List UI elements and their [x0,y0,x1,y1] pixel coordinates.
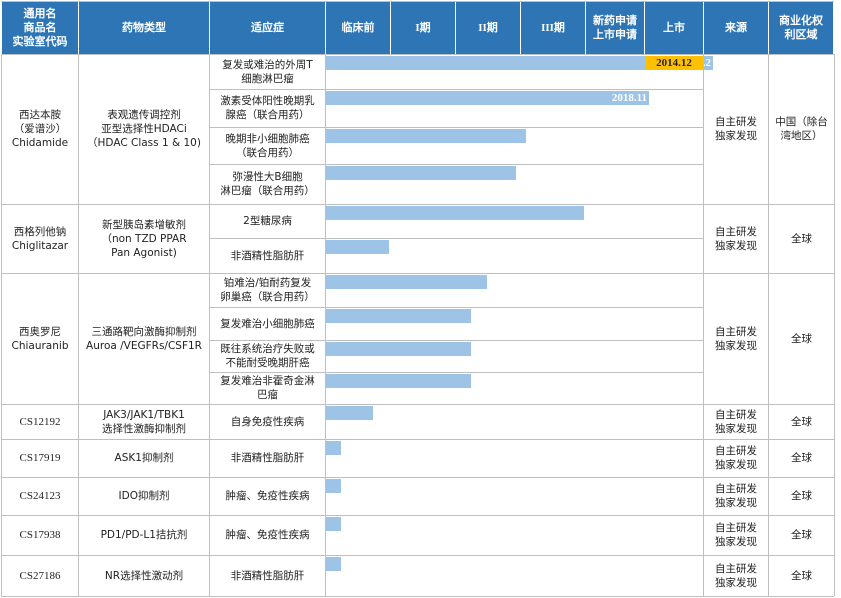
header-phase3: III期 [521,2,585,54]
drug-rights: 全球 [791,452,812,464]
drug-rights: 全球 [791,332,812,345]
column-divider [834,54,835,596]
bar-date-label: 2018.11 [611,92,647,104]
drug-rights: 中国（除台 湾地区） [775,116,828,142]
drug-source: 自主研发 独家发现 [715,325,757,352]
drug-type: 三通路靶向激酶抑制剂 Auroa /VEGFRs/CSF1R [86,325,202,352]
drug-rights: 全球 [791,490,812,502]
indication-label: 非酒精性脂肪肝 [230,249,305,262]
drug-name: 西奥罗尼 Chiauranib [11,325,69,352]
header-bottom-border [1,54,834,55]
drug-name: CS17919 [19,452,61,464]
drug-source: 自主研发 独家发现 [715,522,757,548]
pipeline-bar [326,406,373,420]
indication-label: 铂难治/铂耐药复发 卵巢癌（联合用药） [220,277,315,303]
header-market: 上市 [645,2,703,54]
sub-row-divider [209,307,703,308]
indication-label: 既往系统治疗失败或 不能耐受晚期肝癌 [220,343,315,369]
sub-row-divider [209,89,703,90]
pipeline-bar [326,557,341,571]
header-top-border [1,1,834,2]
column-divider [209,54,210,596]
column-divider [78,54,79,596]
drug-name: CS27186 [19,569,61,582]
header-rights: 商业化权 利区域 [769,2,833,54]
header-indication: 适应症 [210,2,325,54]
drug-source: 自主研发 独家发现 [715,408,757,435]
pipeline-bar [326,342,471,356]
pipeline-bar [326,517,341,531]
market-date-highlight: 2014.12 [645,56,703,70]
pipeline-bar [326,240,389,254]
drug-type: PD1/PD-L1拮抗剂 [100,529,188,541]
pipeline-bar [326,309,471,323]
indication-label: 复发或难治的外周T 细胞淋巴瘤 [222,58,313,85]
sub-row-divider [209,372,703,373]
pipeline-bar [326,441,341,455]
sub-row-divider [209,340,703,341]
drug-type: ASK1抑制剂 [114,452,174,464]
pipeline-table: 通用名 商品名 实验室代码 药物类型 适应症 临床前 I期 II期 III期 新… [0,0,841,598]
sub-row-divider [209,127,703,128]
sub-row-divider [209,164,703,165]
drug-type: 新型胰岛素增敏剂 （non TZD PPAR Pan Agonist) [101,218,187,259]
drug-source: 自主研发 独家发现 [715,445,757,471]
pipeline-bar [326,129,526,143]
indication-label: 复发难治小细胞肺癌 [220,317,315,330]
indication-label: 自身免疫性疾病 [230,415,305,428]
pipeline-bar [326,479,341,493]
indication-label: 2型糖尿病 [243,215,292,227]
drug-name: 西格列他钠 Chiglitazar [11,225,69,252]
column-divider [1,54,2,596]
header-source: 来源 [704,2,768,54]
drug-rights: 全球 [791,569,812,582]
drug-source: 自主研发 独家发现 [715,225,757,252]
indication-label: 复发难治非霍奇金淋 巴瘤 [220,375,315,401]
drug-rights: 全球 [791,529,812,541]
drug-name: 西达本胺 （爱谱沙） Chidamide [11,109,69,149]
pipeline-bar [326,275,487,289]
drug-type: 表观遗传调控剂 亚型选择性HDACi （HDAC Class 1 & 10) [87,109,201,149]
header-name: 通用名 商品名 实验室代码 [2,2,78,54]
column-divider [768,54,769,596]
indication-label: 肿瘤、免疫性疾病 [225,490,310,502]
header-phase2: II期 [456,2,520,54]
header-preclinical: 临床前 [326,2,390,54]
drug-name: CS24123 [19,490,61,502]
pipeline-bar [326,166,516,180]
drug-type: JAK3/JAK1/TBK1 选择性激酶抑制剂 [102,408,186,435]
header-type: 药物类型 [79,2,209,54]
indication-label: 非酒精性脂肪肝 [230,452,305,464]
header-phase1: I期 [391,2,455,54]
drug-type: IDO抑制剂 [118,490,170,502]
header-nda: 新药申请 上市申请 [586,2,644,54]
drug-source: 自主研发 独家发现 [715,562,757,589]
indication-label: 非酒精性脂肪肝 [230,569,305,582]
indication-label: 肿瘤、免疫性疾病 [225,529,310,541]
drug-rights: 全球 [791,232,812,245]
sub-row-divider [209,238,703,239]
drug-name: CS17938 [19,529,61,541]
drug-name: CS12192 [19,415,61,428]
drug-type: NR选择性激动剂 [104,569,184,582]
drug-source: 自主研发 独家发现 [715,116,757,142]
drug-source: 自主研发 独家发现 [715,483,757,509]
column-divider [703,54,704,596]
column-divider [325,54,326,596]
pipeline-bar [326,206,584,220]
indication-label: 晚期非小细胞肺癌 （联合用药） [225,132,310,159]
pipeline-bar [326,374,471,388]
indication-label: 弥漫性大B细胞 淋巴瘤（联合用药） [220,171,315,197]
indication-label: 激素受体阳性晚期乳 腺癌（联合用药） [220,95,315,121]
drug-rights: 全球 [791,415,812,428]
row-divider [1,596,834,597]
